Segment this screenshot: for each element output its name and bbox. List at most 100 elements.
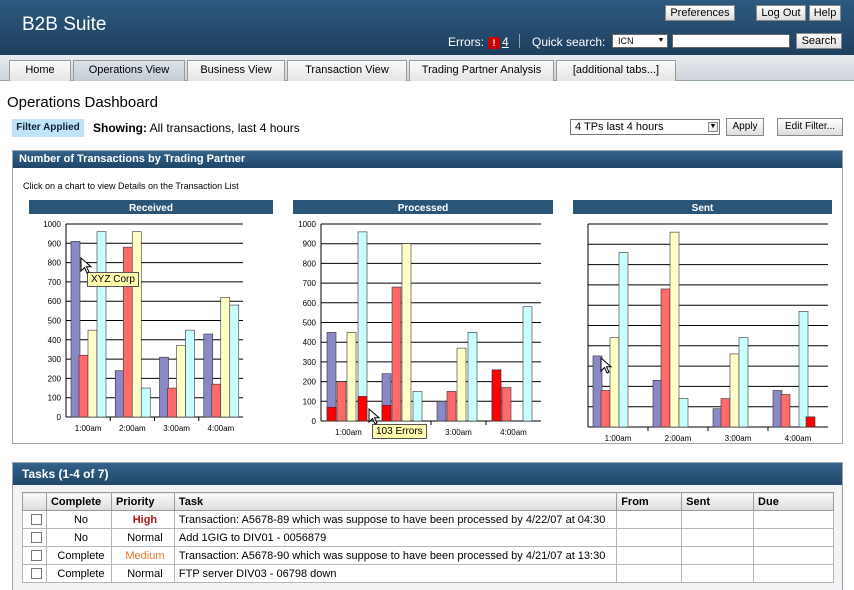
mouse-pointer-icon	[80, 257, 93, 274]
task-description[interactable]: Transaction: A5678-89 which was suppose …	[173, 510, 618, 529]
col-header-select	[22, 492, 47, 511]
tasks-title: Tasks (1-4 of 7)	[13, 463, 842, 485]
task-from	[616, 528, 683, 547]
chart-received[interactable]: Received 0 100 200 300 400 500 600 700 800 900 1000…	[29, 200, 273, 433]
task-description[interactable]: FTP server DIV03 - 06798 down	[173, 564, 618, 583]
y-tick-label: 400	[303, 338, 317, 347]
task-due	[753, 528, 834, 547]
bar	[326, 406, 337, 422]
tasks-header-row: Complete Priority Task From Sent Due	[22, 492, 834, 511]
table-row[interactable]: Complete Medium Transaction: A5678-90 whic…	[22, 546, 834, 565]
chart-tooltip: XYZ Corp	[87, 272, 139, 287]
chart-title: Processed	[398, 203, 449, 214]
bar	[211, 383, 222, 418]
x-tick-label: 2:00am	[665, 434, 692, 443]
bar	[522, 306, 533, 422]
task-due	[753, 564, 834, 583]
bar	[436, 400, 447, 422]
bar	[456, 347, 467, 422]
y-tick-label: 100	[48, 394, 62, 403]
x-tick-label: 4:00am	[500, 428, 527, 437]
task-complete: Complete	[45, 564, 112, 583]
y-tick-label: 500	[48, 317, 62, 326]
chart-processed[interactable]: Processed 0 100 200 300 400 500 600 700 800 900 100…	[293, 200, 553, 437]
bar	[652, 380, 663, 428]
bar	[401, 243, 412, 422]
bar	[203, 333, 214, 418]
task-priority: Normal	[110, 528, 175, 547]
col-header-sent[interactable]: Sent	[681, 492, 755, 511]
bar	[805, 416, 816, 428]
col-header-complete[interactable]: Complete	[45, 492, 112, 511]
bar	[357, 231, 368, 422]
bar	[381, 404, 392, 422]
bar	[600, 390, 611, 428]
y-tick-label: 300	[303, 358, 317, 367]
task-description[interactable]: Transaction: A5678-90 which was suppose …	[173, 546, 618, 565]
x-tick-label: 1:00am	[335, 428, 362, 437]
table-row[interactable]: No Normal Add 1GIG to DIV01 - 0056879	[22, 528, 834, 547]
x-tick-label: 3:00am	[445, 428, 472, 437]
bar	[70, 241, 81, 418]
col-header-task[interactable]: Task	[173, 492, 618, 511]
bar	[229, 304, 240, 418]
task-priority: Medium	[110, 546, 175, 565]
bar	[391, 286, 402, 422]
bar	[114, 370, 125, 418]
bar	[491, 369, 502, 422]
x-tick-label: 3:00am	[725, 434, 752, 443]
task-sent	[681, 510, 755, 529]
col-header-priority[interactable]: Priority	[110, 492, 175, 511]
task-description[interactable]: Add 1GIG to DIV01 - 0056879	[173, 528, 618, 547]
bar	[185, 329, 195, 418]
bar	[167, 387, 177, 418]
x-tick-label: 1:00am	[605, 434, 632, 443]
task-complete: Complete	[45, 546, 112, 565]
y-tick-label: 600	[303, 299, 317, 308]
y-tick-label: 0	[57, 413, 62, 422]
mouse-pointer-icon	[600, 357, 613, 374]
bar	[220, 297, 231, 418]
y-tick-label: 700	[303, 279, 317, 288]
y-tick-label: 800	[48, 259, 62, 268]
bar	[346, 332, 357, 422]
bar	[678, 398, 689, 428]
table-row[interactable]: No High Transaction: A5678-89 which was su…	[22, 510, 834, 529]
bar	[720, 398, 731, 428]
chart-tooltip: 103 Errors	[372, 424, 427, 439]
bar	[669, 231, 680, 428]
task-checkbox[interactable]	[30, 568, 42, 579]
task-checkbox[interactable]	[30, 550, 42, 561]
y-tick-label: 700	[48, 278, 62, 287]
chart-title: Sent	[692, 203, 714, 214]
charts-area[interactable]: Received01002003004005006007008009001000…	[0, 0, 854, 460]
chart-sent[interactable]: Sent 1:00am 2:00am 3:00am 4:00am	[573, 200, 832, 443]
col-header-due[interactable]: Due	[753, 492, 834, 511]
bar	[738, 337, 749, 428]
bar	[729, 353, 740, 428]
y-tick-label: 900	[48, 239, 62, 248]
bar	[140, 387, 151, 418]
task-checkbox[interactable]	[30, 514, 42, 525]
x-tick-label: 4:00am	[785, 434, 812, 443]
table-row[interactable]: Complete Normal FTP server DIV03 - 06798 d…	[22, 564, 834, 583]
y-tick-label: 200	[48, 374, 62, 383]
task-priority: High	[110, 510, 175, 529]
y-tick-label: 800	[303, 259, 317, 268]
bar	[609, 337, 620, 428]
bar	[501, 387, 512, 422]
bar	[357, 396, 368, 422]
x-tick-label: 3:00am	[163, 424, 190, 433]
task-complete: No	[45, 510, 112, 529]
bar	[798, 310, 809, 428]
y-tick-label: 1000	[298, 220, 316, 229]
y-tick-label: 500	[303, 319, 317, 328]
y-tick-label: 100	[303, 397, 317, 406]
col-header-from[interactable]: From	[616, 492, 683, 511]
x-tick-label: 2:00am	[119, 424, 146, 433]
y-tick-label: 1000	[43, 220, 61, 229]
mouse-pointer-icon	[368, 408, 381, 425]
task-checkbox[interactable]	[30, 532, 42, 543]
task-due	[753, 510, 834, 529]
bar	[131, 231, 142, 418]
